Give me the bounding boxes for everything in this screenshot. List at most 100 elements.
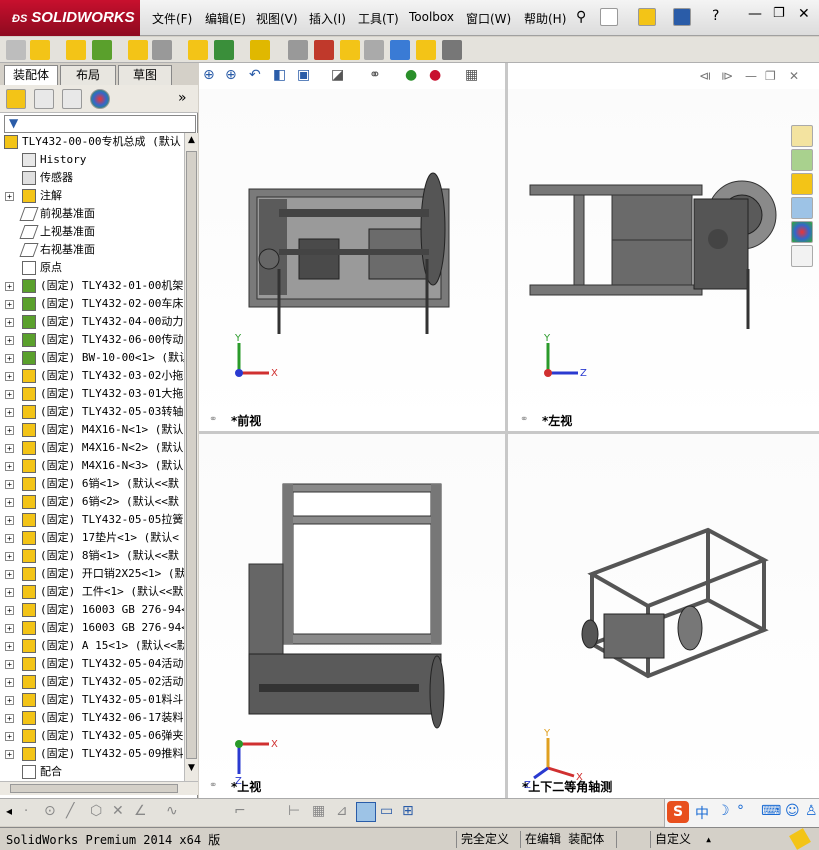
tree-item[interactable]: + (固定) M4X16-N<2> (默认 (0, 439, 184, 457)
new-motion-study-icon[interactable] (288, 40, 308, 60)
tree-item[interactable]: + (固定) 工件<1> (默认<<默 (0, 583, 184, 601)
reference-geometry-icon[interactable] (250, 40, 270, 60)
exploded-view-icon[interactable] (340, 40, 360, 60)
view-cube-icon[interactable] (356, 802, 376, 822)
new-document-icon[interactable] (600, 8, 618, 26)
shirt-icon[interactable]: ♙ (805, 803, 818, 819)
tree-item[interactable]: + (固定) TLY432-05-01料斗 (0, 691, 184, 709)
tree-item[interactable]: + (固定) TLY432-05-06弹夹 (0, 727, 184, 745)
expand-toggle-icon[interactable]: + (5, 714, 14, 723)
pin-icon[interactable]: ⚲ (576, 9, 586, 25)
expand-toggle-icon[interactable]: + (5, 678, 14, 687)
menu-help[interactable]: 帮助(H) (524, 10, 566, 27)
file-explorer-icon[interactable] (791, 173, 813, 195)
assembly-tool-icon[interactable] (6, 40, 26, 60)
tree-horizontal-scrollbar[interactable] (0, 781, 198, 795)
tree-item[interactable]: + (固定) BW-10-00<1> (默认 (0, 349, 184, 367)
display-manager-icon[interactable] (90, 89, 110, 109)
edit-appearance-icon[interactable]: ● (405, 67, 417, 83)
expand-toggle-icon[interactable]: + (5, 390, 14, 399)
four-view-icon[interactable]: ⊞ (402, 803, 414, 819)
scroll-thumb[interactable] (186, 151, 197, 759)
tree-item[interactable]: + (固定) 8销<1> (默认<<默 (0, 547, 184, 565)
menu-view[interactable]: 视图(V) (256, 10, 298, 27)
tree-item[interactable]: TLY432-00-00专机总成 (默认 (0, 133, 184, 151)
view-palette-icon[interactable] (791, 197, 813, 219)
corner-icon[interactable]: ⌐ (234, 803, 246, 819)
dimension-icon[interactable]: ⊢ (288, 803, 300, 819)
tree-item[interactable]: History (0, 151, 184, 169)
tree-item[interactable]: + (固定) M4X16-N<3> (默认 (0, 457, 184, 475)
tree-item[interactable]: + (固定) TLY432-03-01大拖 (0, 385, 184, 403)
link-views-icon[interactable]: ⚭ (209, 414, 217, 425)
zoom-to-area-icon[interactable]: ⊕ (225, 67, 237, 83)
expand-toggle-icon[interactable]: + (5, 372, 14, 381)
tree-item[interactable]: + (固定) TLY432-05-09推料 (0, 745, 184, 763)
expand-toggle-icon[interactable]: + (5, 192, 14, 201)
trim-icon[interactable]: ✕ (112, 803, 124, 819)
tree-item[interactable]: 前视基准面 (0, 205, 184, 223)
configuration-manager-icon[interactable] (62, 89, 82, 109)
expand-toggle-icon[interactable]: + (5, 480, 14, 489)
expand-panel-icon[interactable]: » (178, 90, 187, 106)
expand-toggle-icon[interactable]: + (5, 336, 14, 345)
snapshot-icon[interactable] (442, 40, 462, 60)
appearances-icon[interactable] (791, 221, 813, 243)
tree-item[interactable]: + (固定) M4X16-N<1> (默认 (0, 421, 184, 439)
tree-item[interactable]: + (固定) TLY432-03-02小拖 (0, 367, 184, 385)
menu-file[interactable]: 文件(F) (152, 10, 192, 27)
sogou-ime-icon[interactable]: S (667, 801, 689, 823)
expand-toggle-icon[interactable]: + (5, 300, 14, 309)
tree-filter[interactable]: ▼ (4, 115, 196, 133)
expand-toggle-icon[interactable]: + (5, 750, 14, 759)
tab-sketch[interactable]: 草图 (118, 65, 172, 85)
moon-icon[interactable]: ☽ (717, 803, 730, 819)
menu-insert[interactable]: 插入(I) (309, 10, 346, 27)
show-hidden-icon[interactable] (188, 40, 208, 60)
expand-toggle-icon[interactable]: + (5, 660, 14, 669)
viewport-close-icon[interactable]: ✕ (789, 69, 799, 83)
link-views-icon[interactable]: ⚭ (520, 414, 528, 425)
expand-toggle-icon[interactable]: + (5, 444, 14, 453)
tree-item[interactable]: 原点 (0, 259, 184, 277)
scroll-up-icon[interactable]: ▲ (186, 135, 197, 149)
tree-item[interactable]: + (固定) 6销<2> (默认<<默 (0, 493, 184, 511)
expand-toggle-icon[interactable]: + (5, 534, 14, 543)
hscroll-thumb[interactable] (10, 784, 178, 793)
tree-item[interactable]: + (固定) TLY432-02-00车床 (0, 295, 184, 313)
rebuild-tag-icon[interactable] (789, 828, 811, 850)
expand-toggle-icon[interactable]: + (5, 588, 14, 597)
tree-item[interactable]: + (固定) TLY432-06-00传动 (0, 331, 184, 349)
link-views-icon[interactable]: ⚭ (209, 780, 217, 791)
section-view-icon[interactable]: ◧ (273, 67, 286, 83)
tree-item[interactable]: + (固定) 16003 GB 276-94< (0, 619, 184, 637)
smart-fasteners-icon[interactable] (128, 40, 148, 60)
punctuation-icon[interactable]: ° (737, 803, 744, 819)
grid-icon[interactable]: ▦ (312, 803, 325, 819)
tree-item[interactable]: + (固定) 开口销2X25<1> (默 (0, 565, 184, 583)
viewport-restore-icon[interactable]: ❐ (765, 69, 776, 83)
assembly-features-icon[interactable] (214, 40, 234, 60)
viewport-minimize-icon[interactable]: — (745, 69, 757, 83)
move-component-icon[interactable] (152, 40, 172, 60)
keyboard-icon[interactable]: ⌨ (761, 803, 781, 819)
expand-toggle-icon[interactable]: + (5, 282, 14, 291)
expand-toggle-icon[interactable]: + (5, 318, 14, 327)
view-orientation-icon[interactable]: ▣ (297, 67, 310, 83)
explode-line-icon[interactable] (364, 40, 384, 60)
expand-toggle-icon[interactable]: + (5, 408, 14, 417)
expand-toggle-icon[interactable]: + (5, 606, 14, 615)
tree-item[interactable]: + (固定) TLY432-05-03转轴 (0, 403, 184, 421)
ime-mode-label[interactable]: 中 (695, 803, 709, 823)
graphics-area[interactable]: ⊕ ⊕ ↶ ◧ ▣ ◪ ⚭ ● ● ▦ ⧏ ⧐ — ❐ ✕ Y X ⚭ *前视 … (199, 63, 819, 798)
help-question-icon[interactable]: ? (712, 8, 719, 24)
solidworks-logo[interactable]: ƉS SOLIDWORKS (0, 0, 140, 36)
close-icon[interactable]: ✕ (798, 6, 810, 22)
zoom-to-fit-icon[interactable]: ⊕ (203, 67, 215, 83)
tree-item[interactable]: + (固定) TLY432-05-05拉簧 (0, 511, 184, 529)
viewport-prev-icon[interactable]: ⧏ (699, 69, 711, 83)
scroll-down-icon[interactable]: ▼ (186, 763, 197, 777)
mate-icon[interactable] (66, 40, 86, 60)
tree-item[interactable]: + (固定) TLY432-05-02活动 (0, 673, 184, 691)
tree-item[interactable]: 上视基准面 (0, 223, 184, 241)
